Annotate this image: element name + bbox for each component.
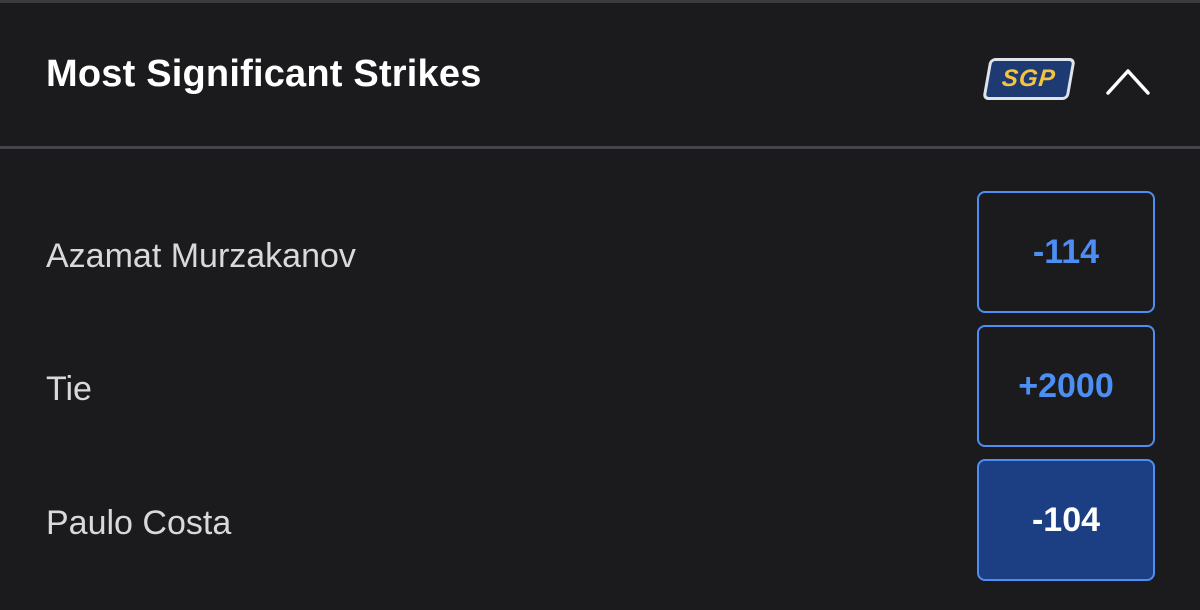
market-title: Most Significant Strikes [46, 53, 482, 95]
outcome-label-azamat-murzakanov: Azamat Murzakanov [46, 237, 356, 275]
odds-button-azamat-murzakanov[interactable]: -114 [977, 191, 1155, 313]
chevron-up-icon [1106, 69, 1150, 95]
outcome-label-tie: Tie [46, 370, 92, 408]
collapse-button[interactable] [1100, 55, 1156, 105]
outcome-label-paulo-costa: Paulo Costa [46, 504, 232, 542]
sgp-badge: SGP [982, 58, 1076, 100]
sgp-badge-label: SGP [1000, 65, 1058, 92]
odds-button-paulo-costa[interactable]: -104 [977, 459, 1155, 581]
odds-button-tie[interactable]: +2000 [977, 325, 1155, 447]
market-header[interactable]: Most Significant Strikes SGP [0, 3, 1200, 149]
